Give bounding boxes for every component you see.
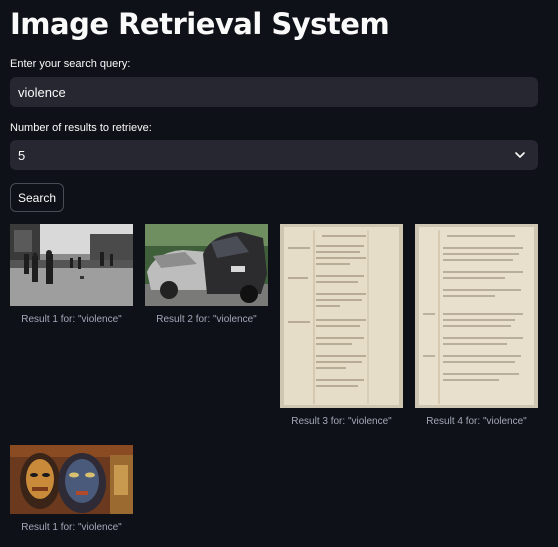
result-caption-5: Result 1 for: "violence" [21, 522, 122, 533]
results-count-value: 5 [18, 147, 26, 163]
result-image-3[interactable] [280, 224, 403, 408]
result-image-1[interactable] [10, 224, 133, 306]
app-root: Image Retrieval System Enter your search… [0, 0, 558, 547]
search-input-value: violence [18, 84, 66, 100]
page-title: Image Retrieval System [10, 7, 390, 41]
search-button[interactable]: Search [10, 183, 64, 212]
results-count-label: Number of results to retrieve: [10, 122, 152, 134]
results-count-select[interactable]: 5 [10, 140, 538, 170]
result-caption-1: Result 1 for: "violence" [21, 314, 122, 325]
search-input[interactable]: violence [10, 77, 538, 107]
result-image-5[interactable] [10, 445, 133, 514]
result-image-4[interactable] [415, 224, 538, 408]
search-query-label: Enter your search query: [10, 58, 131, 70]
result-caption-3: Result 3 for: "violence" [291, 416, 392, 427]
result-image-2[interactable] [145, 224, 268, 306]
result-caption-2: Result 2 for: "violence" [156, 314, 257, 325]
result-caption-4: Result 4 for: "violence" [426, 416, 527, 427]
chevron-down-icon[interactable] [514, 149, 526, 161]
